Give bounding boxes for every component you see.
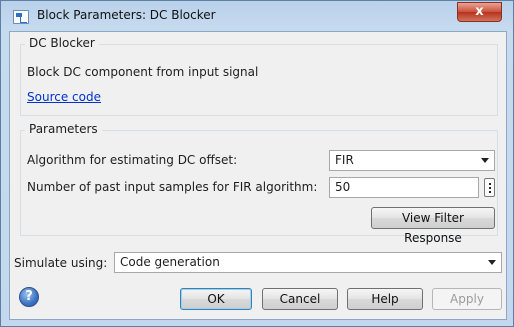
algorithm-value: FIR — [335, 153, 354, 167]
ok-button[interactable]: OK — [180, 288, 252, 310]
chevron-down-icon — [488, 260, 496, 265]
simulate-using-label: Simulate using: — [14, 256, 108, 270]
simulate-using-select[interactable]: Code generation — [114, 252, 502, 273]
block-description-group: DC Blocker Block DC component from input… — [20, 36, 498, 116]
source-code-link[interactable]: Source code — [27, 90, 101, 104]
title-bar[interactable]: Block Parameters: DC Blocker x — [1, 1, 513, 31]
help-icon[interactable]: ? — [19, 287, 39, 307]
window-title: Block Parameters: DC Blocker — [37, 8, 216, 22]
apply-button[interactable]: Apply — [432, 288, 502, 310]
view-filter-response-button[interactable]: View Filter Response — [371, 207, 495, 245]
close-button[interactable]: x — [457, 2, 502, 22]
dialog-window: Block Parameters: DC Blocker x DC Blocke… — [0, 0, 514, 327]
simulate-using-value: Code generation — [120, 255, 220, 269]
chevron-down-icon — [481, 158, 489, 163]
dialog-body: DC Blocker Block DC component from input… — [9, 31, 507, 320]
algorithm-label: Algorithm for estimating DC offset: — [27, 153, 238, 167]
block-description: Block DC component from input signal — [27, 65, 259, 79]
parameters-group-title: Parameters — [25, 122, 102, 136]
help-button[interactable]: Help — [347, 288, 423, 310]
kebab-menu-icon[interactable] — [484, 178, 495, 197]
samples-input[interactable]: 50 — [329, 177, 479, 198]
cancel-button[interactable]: Cancel — [262, 288, 338, 310]
block-group-title: DC Blocker — [25, 36, 99, 50]
parameters-group: Parameters Algorithm for estimating DC o… — [20, 122, 498, 245]
block-parameters-icon — [13, 10, 29, 24]
samples-label: Number of past input samples for FIR alg… — [27, 180, 318, 194]
algorithm-select[interactable]: FIR — [329, 150, 495, 171]
